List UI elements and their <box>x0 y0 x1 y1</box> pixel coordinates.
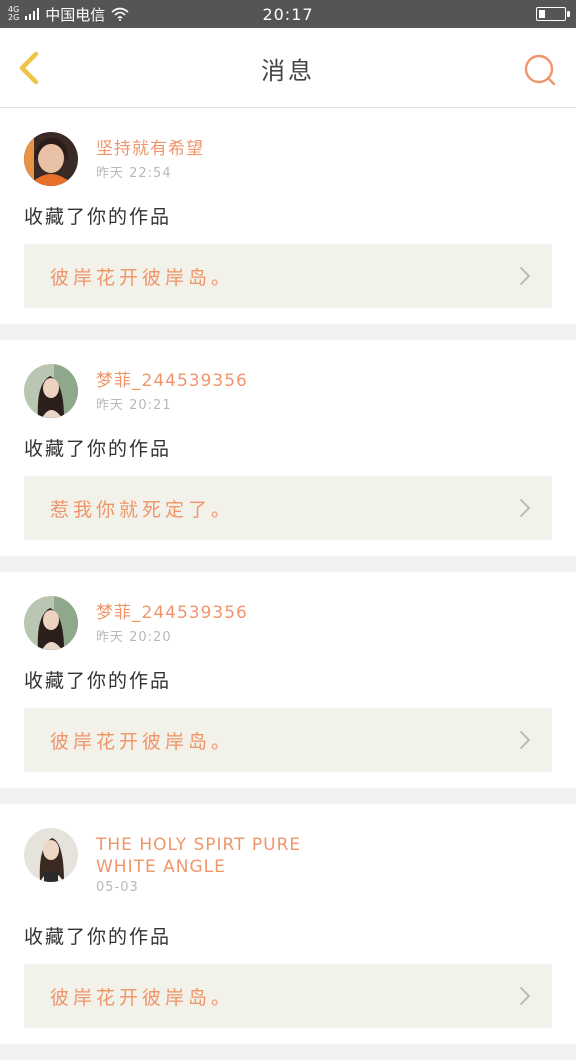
sender-name[interactable]: THE HOLY SPIRT PURE WHITE ANGLE <box>96 834 356 878</box>
avatar[interactable] <box>24 828 78 882</box>
notification-header: THE HOLY SPIRT PURE WHITE ANGLE 05-03 <box>24 828 552 908</box>
timestamp: 昨天 20:20 <box>96 630 172 645</box>
sender-name[interactable]: 梦菲_244539356 <box>96 370 248 392</box>
status-bar: 4G 2G 中国电信 20:17 <box>0 0 576 28</box>
notification-header: 梦菲_244539356 昨天 20:21 <box>24 364 552 420</box>
avatar[interactable] <box>24 596 78 650</box>
sender-info: THE HOLY SPIRT PURE WHITE ANGLE 05-03 <box>96 828 356 895</box>
notification-list: 坚持就有希望 昨天 22:54 收藏了你的作品 彼岸花开彼岸岛。 梦菲_2445… <box>0 108 576 1060</box>
notification-header: 坚持就有希望 昨天 22:54 <box>24 132 552 188</box>
action-text: 收藏了你的作品 <box>24 438 172 460</box>
chevron-right-icon <box>520 499 530 517</box>
chevron-right-icon <box>520 267 530 285</box>
page-title: 消息 <box>261 56 315 85</box>
work-title: 彼岸花开彼岸岛。 <box>50 266 235 289</box>
chevron-left-icon <box>19 51 39 85</box>
search-button[interactable] <box>522 52 558 88</box>
battery-icon <box>536 7 570 21</box>
sender-name[interactable]: 坚持就有希望 <box>96 138 204 160</box>
sender-info: 梦菲_244539356 昨天 20:21 <box>96 364 248 413</box>
notification-item: THE HOLY SPIRT PURE WHITE ANGLE 05-03 收藏… <box>0 804 576 1044</box>
clock: 20:17 <box>262 4 314 24</box>
action-text: 收藏了你的作品 <box>24 926 172 948</box>
timestamp: 昨天 22:54 <box>96 166 172 181</box>
avatar[interactable] <box>24 132 78 186</box>
work-link[interactable]: 惹我你就死定了。 <box>24 476 552 540</box>
navigation-bar: 消息 <box>0 28 576 108</box>
sender-info: 坚持就有希望 昨天 22:54 <box>96 132 204 181</box>
battery-level <box>539 10 545 18</box>
work-link[interactable]: 彼岸花开彼岸岛。 <box>24 708 552 772</box>
search-icon <box>524 54 556 86</box>
timestamp: 05-03 <box>96 880 139 895</box>
work-link[interactable]: 彼岸花开彼岸岛。 <box>24 244 552 308</box>
chevron-right-icon <box>520 731 530 749</box>
work-title: 彼岸花开彼岸岛。 <box>50 730 235 753</box>
action-text: 收藏了你的作品 <box>24 206 172 228</box>
notification-item: 坚持就有希望 昨天 22:54 收藏了你的作品 彼岸花开彼岸岛。 <box>0 108 576 324</box>
action-text: 收藏了你的作品 <box>24 670 172 692</box>
chevron-right-icon <box>520 987 530 1005</box>
notification-header: 梦菲_244539356 昨天 20:20 <box>24 596 552 652</box>
sender-info: 梦菲_244539356 昨天 20:20 <box>96 596 248 645</box>
work-title: 惹我你就死定了。 <box>50 498 235 521</box>
sender-name[interactable]: 梦菲_244539356 <box>96 602 248 624</box>
notification-item: 梦菲_244539356 昨天 20:21 收藏了你的作品 惹我你就死定了。 <box>0 340 576 556</box>
notification-item: 梦菲_244539356 昨天 20:20 收藏了你的作品 彼岸花开彼岸岛。 <box>0 572 576 788</box>
timestamp: 昨天 20:21 <box>96 398 172 413</box>
avatar[interactable] <box>24 364 78 418</box>
work-title: 彼岸花开彼岸岛。 <box>50 986 235 1009</box>
work-link[interactable]: 彼岸花开彼岸岛。 <box>24 964 552 1028</box>
back-button[interactable] <box>12 48 52 88</box>
